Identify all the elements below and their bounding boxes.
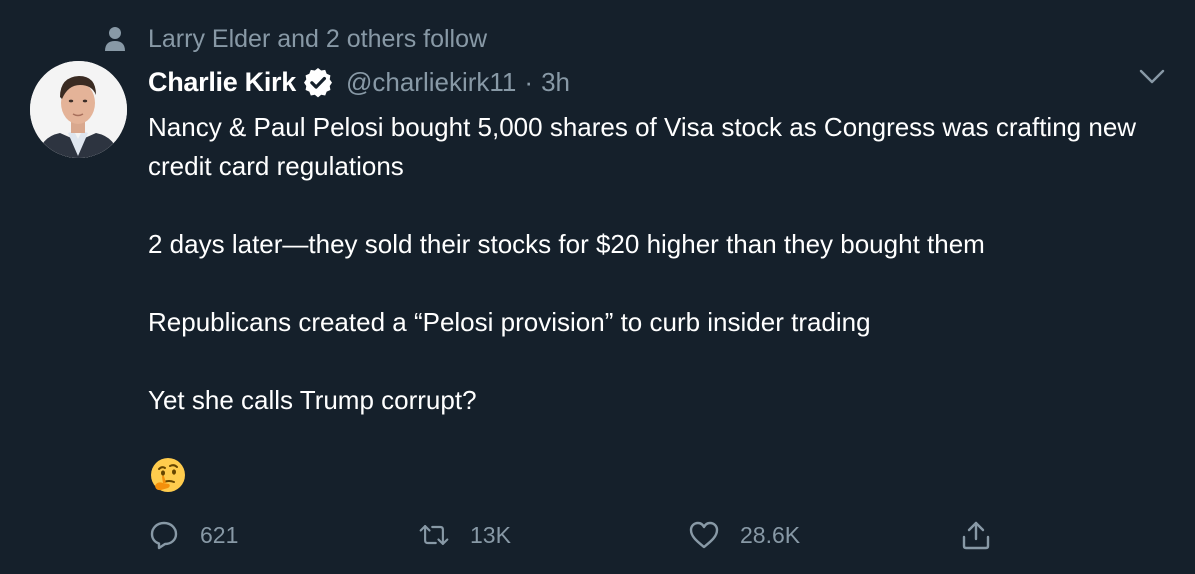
like-count: 28.6K — [740, 521, 801, 548]
chevron-down-icon[interactable] — [1138, 64, 1166, 90]
tweet-paragraph: Republicans created a “Pelosi provision”… — [148, 307, 871, 337]
reply-count: 621 — [200, 521, 239, 548]
timestamp[interactable]: 3h — [541, 67, 570, 98]
social-context: Larry Elder and 2 others follow — [104, 22, 487, 56]
separator-dot: · — [524, 66, 534, 97]
retweet-icon — [418, 519, 450, 551]
display-name[interactable]: Charlie Kirk — [148, 67, 296, 98]
tweet-paragraph: Yet she calls Trump corrupt? — [148, 385, 477, 415]
verified-badge-icon — [302, 66, 334, 98]
tweet-actions: 621 13K 28.6K — [148, 512, 1008, 558]
reply-button[interactable]: 621 — [148, 512, 238, 558]
retweet-count: 13K — [470, 521, 511, 548]
tweet-paragraph: Nancy & Paul Pelosi bought 5,000 shares … — [148, 112, 1137, 181]
retweet-button[interactable]: 13K — [418, 512, 511, 558]
tweet-paragraph: 2 days later—they sold their stocks for … — [148, 229, 985, 259]
tweet-card[interactable]: Larry Elder and 2 others follow Charlie … — [0, 0, 1195, 574]
social-context-text[interactable]: Larry Elder and 2 others follow — [148, 25, 487, 54]
tweet-text: Nancy & Paul Pelosi bought 5,000 shares … — [148, 108, 1158, 420]
share-icon — [960, 519, 992, 551]
thinking-face-icon — [149, 456, 187, 494]
person-icon — [104, 25, 126, 53]
user-handle[interactable]: @charliekirk11 — [346, 67, 516, 98]
like-button[interactable]: 28.6K — [688, 512, 800, 558]
tweet-header: Charlie Kirk @charliekirk11 · 3h — [148, 64, 570, 100]
share-button[interactable] — [960, 512, 1012, 558]
heart-icon — [688, 519, 720, 551]
avatar[interactable] — [30, 61, 127, 158]
reply-icon — [148, 519, 180, 551]
